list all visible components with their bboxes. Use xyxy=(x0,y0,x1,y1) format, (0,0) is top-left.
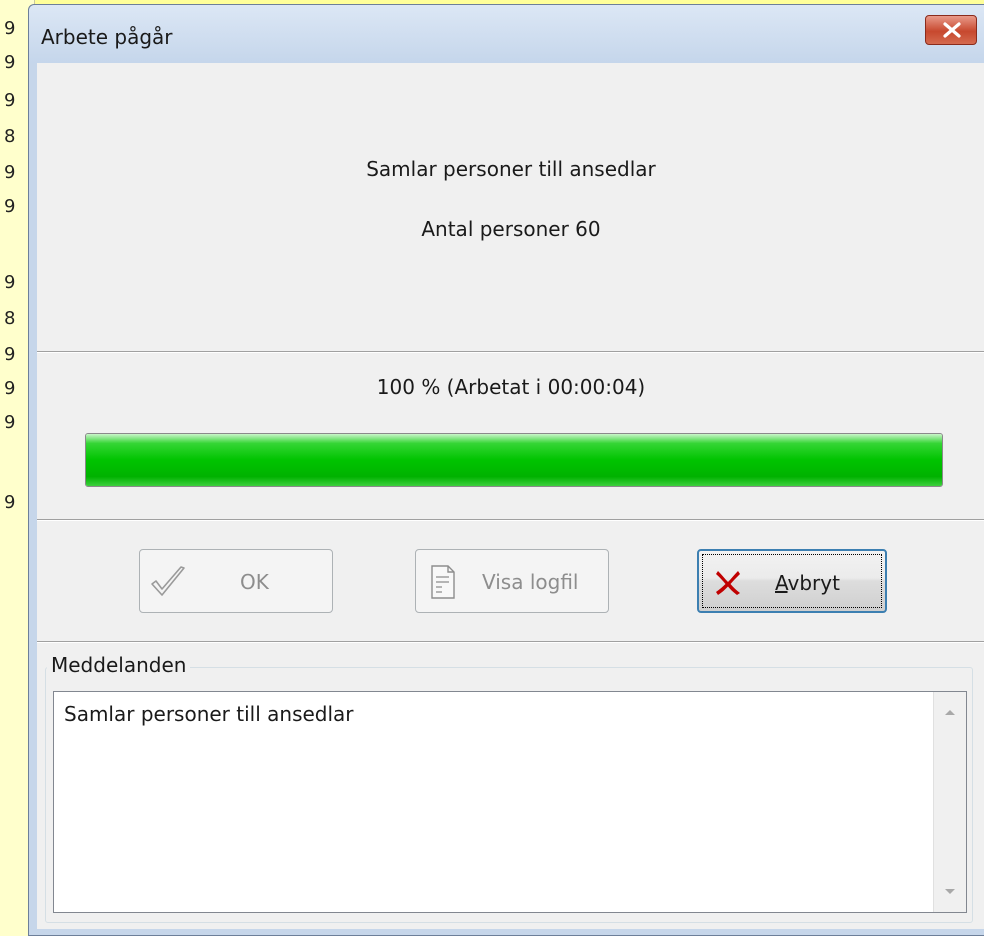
status-line-2: Antal personer 60 xyxy=(421,217,601,241)
view-log-button-label: Visa logfil xyxy=(482,570,579,594)
cancel-button-label: Avbryt xyxy=(775,571,840,595)
background-cell-text: 9 xyxy=(4,52,16,73)
background-cell-text: 9 xyxy=(4,378,16,399)
scroll-up-button[interactable] xyxy=(934,696,966,728)
messages-scrollbar[interactable] xyxy=(933,692,966,912)
checkmark-icon xyxy=(151,566,185,596)
ok-button[interactable]: OK xyxy=(139,549,333,613)
cancel-button-label-rest: vbryt xyxy=(787,571,840,595)
title-bar[interactable]: Arbete pågår xyxy=(29,5,984,63)
progress-text: 100 % (Arbetat i 00:00:04) xyxy=(376,375,646,399)
scroll-down-arrow-icon xyxy=(945,889,955,894)
messages-textarea[interactable]: Samlar personer till ansedlar xyxy=(53,691,967,913)
dialog-title: Arbete pågår xyxy=(41,25,173,49)
ok-button-label: OK xyxy=(240,570,269,594)
background-cell-text: 9 xyxy=(4,272,16,293)
close-icon xyxy=(943,22,961,38)
background-cell-text: 9 xyxy=(4,18,16,39)
separator xyxy=(37,519,984,521)
cancel-button-mnemonic: A xyxy=(775,571,788,595)
scroll-down-button[interactable] xyxy=(934,876,966,908)
progress-bar-fill xyxy=(86,434,942,486)
background-cell-text: 9 xyxy=(4,412,16,433)
messages-group-label: Meddelanden xyxy=(47,653,191,677)
background-cell-text: 9 xyxy=(4,90,16,111)
background-cell-text: 8 xyxy=(4,126,16,147)
progress-bar xyxy=(85,433,943,487)
close-button[interactable] xyxy=(925,15,977,45)
background-cell-text: 9 xyxy=(4,196,16,217)
scroll-up-arrow-icon xyxy=(945,710,955,715)
background-cell-text: 8 xyxy=(4,308,16,329)
separator xyxy=(37,351,984,353)
view-log-button[interactable]: Visa logfil xyxy=(415,549,609,613)
cancel-button[interactable]: Avbryt xyxy=(697,549,887,613)
messages-text: Samlar personer till ansedlar xyxy=(64,702,354,726)
red-x-icon xyxy=(716,571,740,595)
background-cell-text: 9 xyxy=(4,162,16,183)
separator xyxy=(37,641,984,643)
background-cell-text: 9 xyxy=(4,492,16,513)
background-cell-text: 9 xyxy=(4,344,16,365)
progress-dialog: Arbete pågår Samlar personer till ansedl… xyxy=(28,4,984,936)
document-icon xyxy=(431,565,455,599)
status-line-1: Samlar personer till ansedlar xyxy=(366,157,656,181)
dialog-client-area: Samlar personer till ansedlar Antal pers… xyxy=(37,63,984,929)
